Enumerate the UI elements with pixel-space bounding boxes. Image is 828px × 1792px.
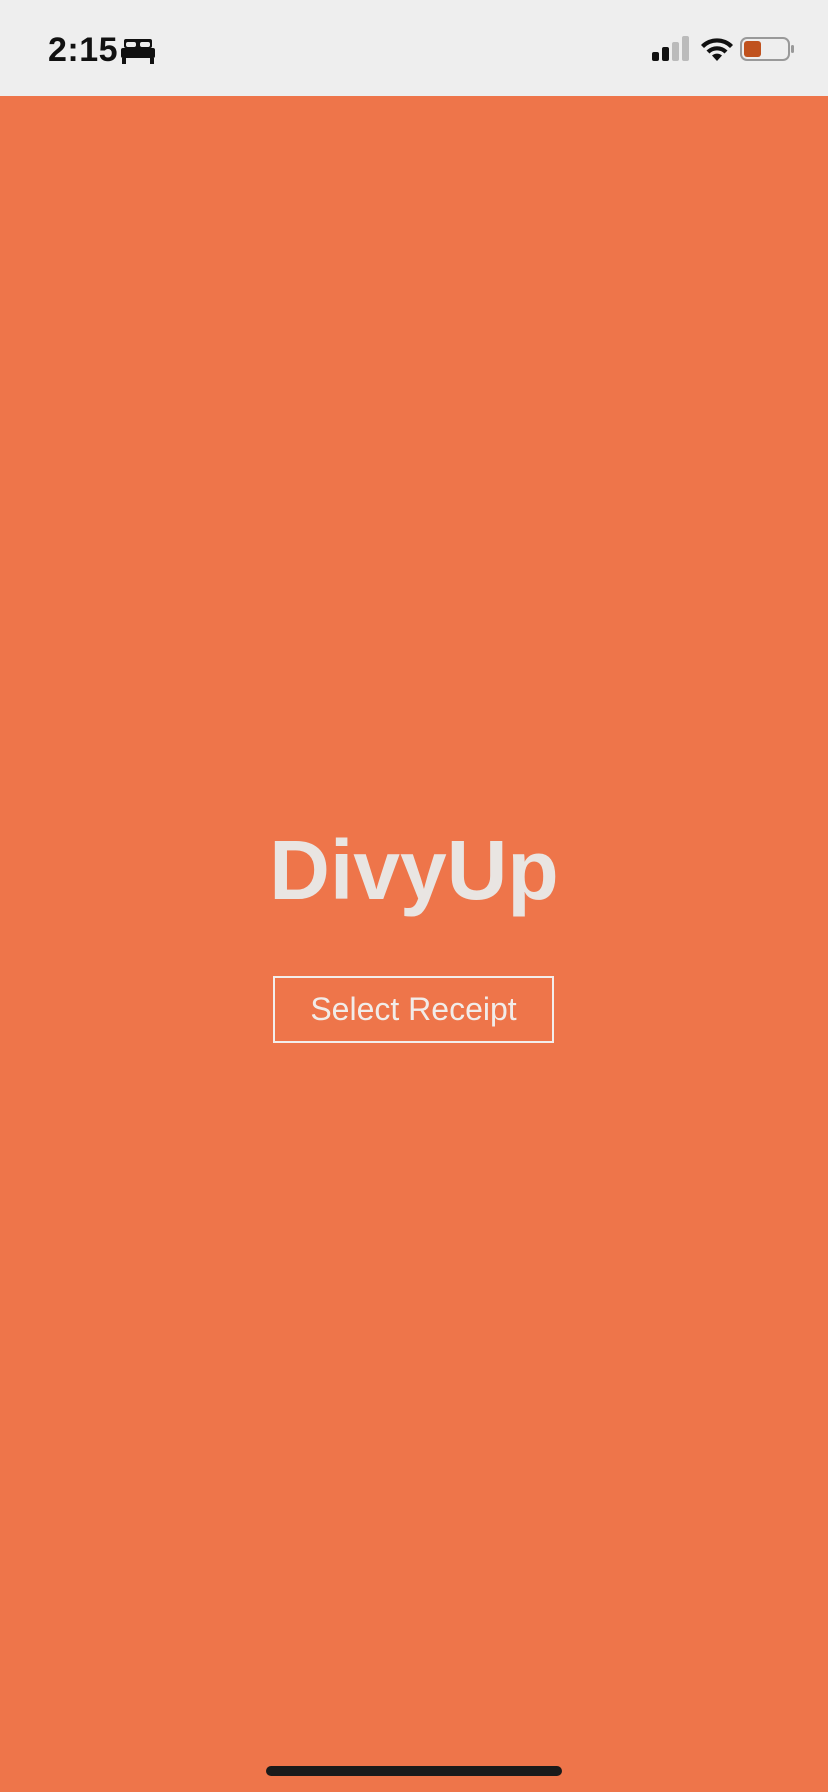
bed-icon bbox=[121, 39, 155, 64]
select-receipt-button[interactable]: Select Receipt bbox=[273, 976, 554, 1043]
cellular-signal-icon bbox=[652, 36, 689, 61]
wifi-icon bbox=[701, 38, 733, 61]
app-title: DivyUp bbox=[269, 823, 559, 917]
home-indicator[interactable] bbox=[266, 1766, 562, 1776]
status-time: 2:15 bbox=[48, 31, 119, 69]
battery-icon bbox=[740, 37, 794, 61]
status-bar: 2:15 bbox=[0, 0, 828, 96]
